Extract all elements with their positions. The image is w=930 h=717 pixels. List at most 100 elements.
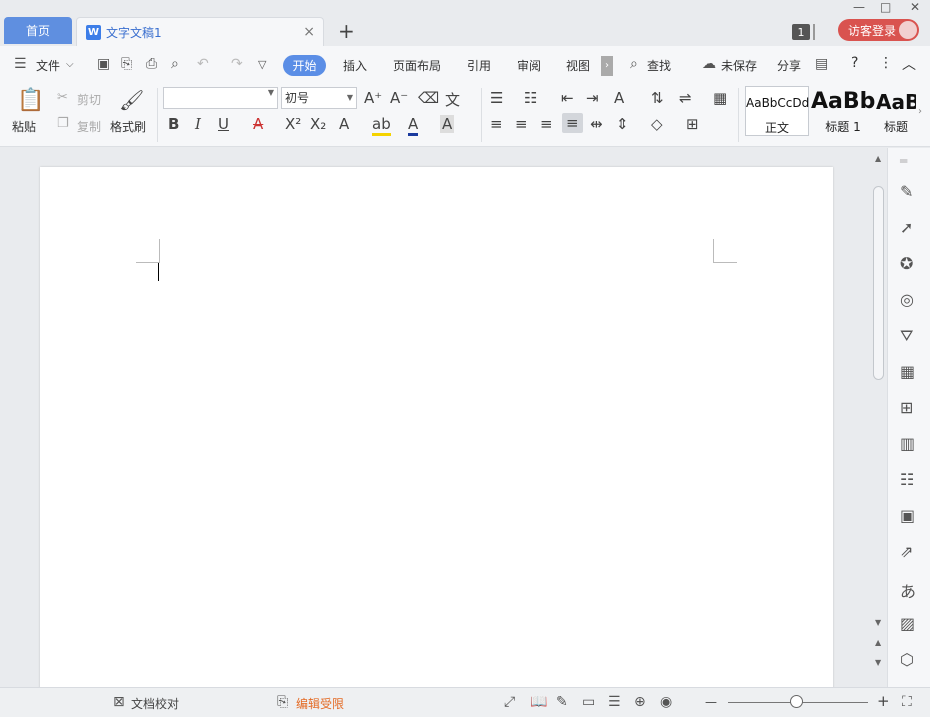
zoom-out-button[interactable]: — bbox=[705, 695, 717, 709]
distribute-icon[interactable]: ⇹ bbox=[590, 115, 603, 133]
print-icon[interactable]: ⎙ bbox=[146, 56, 157, 72]
align-center-icon[interactable]: ≡ bbox=[515, 115, 528, 133]
copy-button[interactable]: 复制 bbox=[77, 118, 101, 135]
help-icon[interactable]: ? bbox=[851, 55, 858, 71]
image-gallery-icon[interactable]: ▣ bbox=[900, 506, 915, 525]
sort-icon[interactable]: ⇅ bbox=[651, 89, 664, 107]
show-hide-marks-icon[interactable]: ▦ bbox=[713, 89, 727, 107]
font-color-icon[interactable]: A bbox=[408, 115, 419, 136]
fit-window-icon[interactable]: ⛶ bbox=[902, 694, 912, 710]
decrease-indent-icon[interactable]: ⇤ bbox=[561, 89, 574, 107]
maximize-icon[interactable]: □ bbox=[880, 0, 891, 14]
highlight-icon[interactable]: ab bbox=[372, 115, 391, 136]
next-page-icon[interactable]: ▼ bbox=[875, 658, 881, 667]
more-icon[interactable]: ⋮ bbox=[879, 55, 893, 71]
format-painter-button[interactable]: 格式刷 bbox=[110, 118, 146, 135]
phonetic-guide-icon[interactable]: 文 bbox=[445, 89, 460, 110]
minimize-icon[interactable]: — bbox=[853, 0, 865, 14]
comment-icon[interactable]: ▤ bbox=[815, 56, 828, 72]
pen-icon[interactable]: ✎ bbox=[900, 182, 913, 201]
borders-icon[interactable]: ⊞ bbox=[686, 115, 699, 133]
share-button[interactable]: 分享 bbox=[777, 57, 801, 74]
align-right-icon[interactable]: ≡ bbox=[540, 115, 553, 133]
pointer-icon[interactable]: ➚ bbox=[900, 218, 913, 237]
edit-mode-icon[interactable]: ✎ bbox=[556, 694, 568, 710]
tab-home[interactable]: 首页 bbox=[4, 17, 72, 44]
settings-sliders-icon[interactable]: ☷ bbox=[900, 470, 914, 489]
menu-tab-insert[interactable]: 插入 bbox=[343, 57, 367, 74]
cut-button[interactable]: 剪切 bbox=[77, 91, 101, 108]
export-icon[interactable]: ⎘ bbox=[121, 56, 132, 72]
cloud-icon[interactable]: ☁ bbox=[702, 56, 716, 72]
new-tab-icon[interactable]: + bbox=[338, 21, 355, 41]
shapes-icon[interactable]: ◎ bbox=[900, 290, 914, 309]
superscript-icon[interactable]: X² bbox=[285, 115, 301, 133]
find-button[interactable]: 查找 bbox=[647, 57, 671, 74]
eye-protection-icon[interactable]: ◉ bbox=[660, 694, 672, 710]
table-icon[interactable]: ▦ bbox=[900, 362, 915, 381]
shading-icon[interactable]: ◇ bbox=[651, 115, 663, 133]
outline-view-icon[interactable]: ☰ bbox=[608, 694, 621, 710]
paste-button[interactable]: 粘贴 bbox=[12, 118, 36, 135]
font-size-select[interactable]: 初号 ▼ bbox=[281, 87, 357, 109]
align-left-icon[interactable]: ≡ bbox=[490, 115, 503, 133]
badge-icon[interactable]: ✪ bbox=[900, 254, 913, 273]
increase-font-icon[interactable]: A⁺ bbox=[364, 89, 382, 107]
menu-tab-home[interactable]: 开始 bbox=[283, 55, 326, 76]
menu-tab-review[interactable]: 审阅 bbox=[517, 57, 541, 74]
chevron-right-icon[interactable]: › bbox=[601, 56, 613, 76]
zoom-slider-thumb[interactable] bbox=[790, 695, 803, 708]
paste-icon[interactable]: 📋 bbox=[17, 88, 44, 113]
tab-document[interactable]: W 文字文稿1 × bbox=[76, 17, 324, 46]
menu-tab-page-layout[interactable]: 页面布局 bbox=[393, 57, 441, 74]
style-normal[interactable]: AaBbCcDd 正文 bbox=[745, 86, 809, 136]
shield-icon[interactable]: ⬡ bbox=[900, 650, 914, 669]
menu-file[interactable]: 文件 bbox=[36, 57, 60, 74]
scroll-thumb[interactable] bbox=[873, 186, 884, 380]
underline-icon[interactable]: U bbox=[218, 115, 229, 133]
save-icon[interactable]: ▣ bbox=[97, 56, 110, 72]
page-view-icon[interactable]: ▭ bbox=[582, 694, 595, 710]
proofread-button[interactable]: 文档校对 bbox=[131, 695, 179, 712]
customize-toolbar-icon[interactable]: ▽ bbox=[258, 58, 266, 71]
subscript-icon[interactable]: X₂ bbox=[310, 115, 326, 133]
format-painter-icon[interactable]: 🖌 bbox=[119, 88, 144, 112]
chevron-right-icon[interactable]: › bbox=[918, 106, 922, 117]
scroll-up-icon[interactable]: ▲ bbox=[875, 154, 881, 163]
guest-login-button[interactable]: 访客登录 bbox=[838, 19, 919, 41]
vertical-scrollbar[interactable]: ▲ ▼ ▲ ▼ bbox=[872, 148, 886, 687]
print-preview-icon[interactable]: ⌕ bbox=[171, 56, 179, 72]
paragraph-spacing-icon[interactable]: ⇕ bbox=[616, 115, 629, 133]
chart-icon[interactable]: ▥ bbox=[900, 434, 915, 453]
redo-icon[interactable]: ↷ bbox=[231, 56, 243, 72]
close-tab-icon[interactable]: × bbox=[303, 24, 315, 40]
scroll-down-icon[interactable]: ▼ bbox=[875, 618, 881, 627]
menu-tab-references[interactable]: 引用 bbox=[467, 57, 491, 74]
hamburger-icon[interactable]: ☰ bbox=[14, 56, 27, 72]
chevron-down-icon[interactable]: ⌵ bbox=[66, 59, 74, 70]
undo-icon[interactable]: ↶ bbox=[197, 56, 209, 72]
italic-icon[interactable]: I bbox=[195, 115, 201, 133]
unsaved-status[interactable]: 未保存 bbox=[721, 57, 757, 74]
strikethrough-icon[interactable]: A bbox=[253, 115, 263, 133]
share-export-icon[interactable]: ⇗ bbox=[900, 542, 913, 561]
apps-grid-icon[interactable]: ⊞ bbox=[900, 398, 913, 417]
document-page[interactable] bbox=[40, 167, 833, 692]
numbered-list-icon[interactable]: ☷ bbox=[524, 89, 537, 107]
fullscreen-icon[interactable]: ⤢ bbox=[504, 694, 515, 710]
font-name-select[interactable]: ▼ bbox=[163, 87, 278, 109]
style-heading[interactable]: AaB 标题 bbox=[876, 86, 916, 136]
reading-mode-icon[interactable]: 📖 bbox=[530, 694, 547, 710]
clear-format-icon[interactable]: ⌫ bbox=[418, 89, 439, 107]
decrease-font-icon[interactable]: A⁻ bbox=[390, 89, 408, 107]
window-count-badge[interactable]: 1 bbox=[792, 24, 810, 40]
menu-tab-view[interactable]: 视图 bbox=[566, 57, 590, 74]
close-window-icon[interactable]: ✕ bbox=[910, 0, 920, 14]
line-spacing-icon[interactable]: ⇌ bbox=[679, 89, 692, 107]
justify-icon[interactable]: ≡ bbox=[562, 113, 583, 133]
bold-icon[interactable]: B bbox=[168, 115, 179, 133]
picture-icon[interactable]: ▨ bbox=[900, 614, 915, 633]
text-effect-icon[interactable]: A bbox=[339, 115, 349, 133]
collapse-ribbon-icon[interactable]: ︿ bbox=[902, 54, 916, 74]
increase-indent-icon[interactable]: ⇥ bbox=[586, 89, 599, 107]
